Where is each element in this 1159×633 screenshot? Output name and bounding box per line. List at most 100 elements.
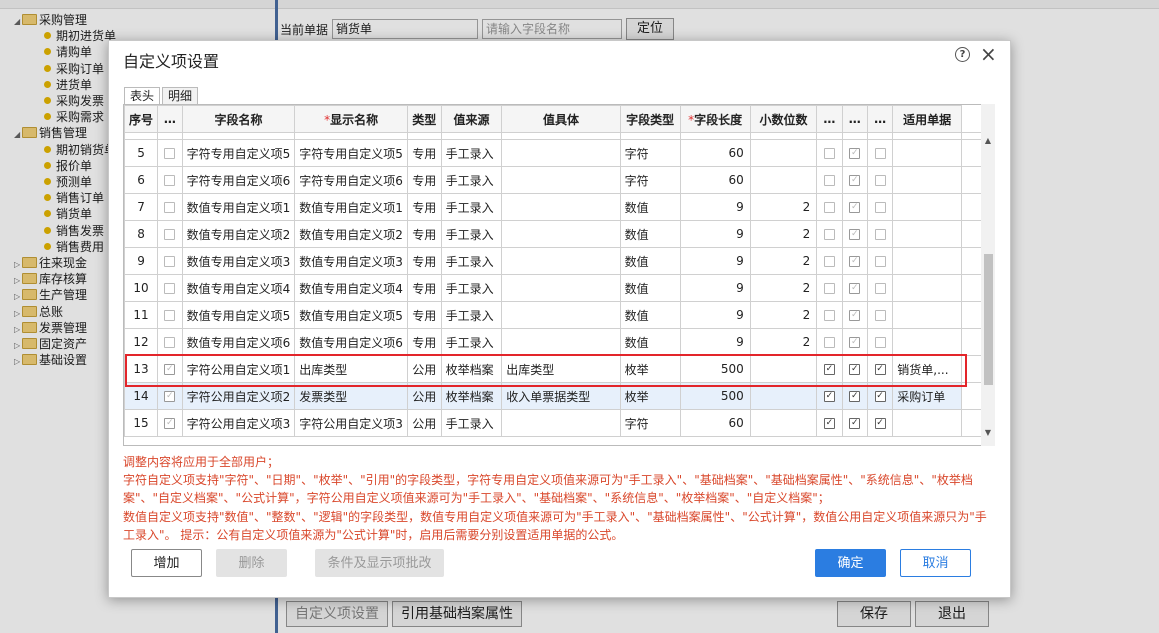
flag-checkbox-1[interactable] [823, 175, 835, 186]
field-length-cell[interactable]: 60 [679, 166, 751, 194]
row-checkbox[interactable] [164, 310, 176, 321]
display-name-cell[interactable]: 发票类型 [294, 382, 408, 410]
value-source-cell[interactable]: 手工录入 [440, 247, 503, 275]
column-header[interactable]: 小数位数 [749, 105, 818, 133]
value-detail-cell[interactable]: 收入单票据类型 [501, 382, 621, 410]
row-checkbox[interactable]: ✓ [164, 391, 176, 402]
table-row[interactable]: 11 数值专用自定义项5 数值专用自定义项5 专用 手工录入 数值 9 2 ✓ [124, 301, 982, 329]
flag-cell-1[interactable] [816, 328, 843, 356]
flag-cell-3[interactable] [866, 247, 894, 275]
flag-cell-3[interactable]: ✓ [866, 355, 894, 383]
applicable-documents-cell[interactable] [892, 247, 963, 275]
close-icon[interactable]: × [980, 42, 997, 66]
flag-cell-1[interactable] [816, 274, 843, 302]
flag-cell-2[interactable]: ✓ [841, 193, 868, 221]
field-type-cell[interactable]: 字符 [619, 139, 681, 167]
flag-checkbox-1[interactable]: ✓ [823, 418, 835, 429]
applicable-documents-cell[interactable] [892, 409, 963, 437]
row-select-cell[interactable] [157, 220, 183, 248]
decimal-places-cell[interactable] [749, 409, 818, 437]
help-icon[interactable]: ? [955, 47, 970, 62]
applicable-documents-cell[interactable]: 采购订单 [892, 382, 963, 410]
flag-cell-1[interactable]: ✓ [816, 355, 843, 383]
applicable-documents-cell[interactable] [892, 166, 963, 194]
applicable-documents-cell[interactable] [892, 301, 963, 329]
column-header[interactable]: 字段类型 [619, 105, 681, 133]
flag-checkbox-1[interactable] [823, 202, 835, 213]
flag-cell-1[interactable] [816, 166, 843, 194]
row-checkbox[interactable]: ✓ [164, 364, 176, 375]
row-select-cell[interactable] [157, 247, 183, 275]
field-length-cell[interactable]: 9 [679, 193, 751, 221]
tab-header[interactable]: 表头 [124, 87, 161, 104]
column-header[interactable]: 适用单据 [892, 105, 963, 133]
flag-cell-3[interactable] [866, 166, 894, 194]
display-name-cell[interactable]: 数值专用自定义项6 [294, 328, 408, 356]
flag-cell-1[interactable] [816, 247, 843, 275]
decimal-places-cell[interactable]: 2 [749, 220, 818, 248]
tab-detail[interactable]: 明细 [162, 87, 199, 104]
flag-cell-3[interactable]: ✓ [866, 409, 894, 437]
flag-checkbox-2[interactable]: ✓ [849, 283, 861, 294]
column-header[interactable]: 字段名称 [181, 105, 296, 133]
batch-edit-button[interactable]: 条件及显示项批改 [315, 549, 444, 577]
scroll-down-arrow-icon[interactable]: ▼ [981, 426, 995, 440]
row-select-cell[interactable]: ✓ [157, 409, 183, 437]
flag-cell-3[interactable] [866, 328, 894, 356]
column-header[interactable]: … [866, 105, 894, 133]
decimal-places-cell[interactable]: 2 [749, 247, 818, 275]
value-detail-cell[interactable] [501, 301, 621, 329]
field-type-cell[interactable]: 数值 [619, 328, 681, 356]
value-source-cell[interactable]: 枚举档案 [440, 355, 503, 383]
flag-cell-2[interactable]: ✓ [841, 355, 868, 383]
applicable-documents-cell[interactable] [892, 220, 963, 248]
flag-checkbox-1[interactable] [823, 283, 835, 294]
add-button[interactable]: 增加 [131, 549, 202, 577]
flag-checkbox-1[interactable] [823, 337, 835, 348]
flag-cell-3[interactable] [866, 139, 894, 167]
applicable-documents-cell[interactable]: 销货单,... [892, 355, 963, 383]
table-row[interactable]: 13 ✓ 字符公用自定义项1 出库类型 公用 枚举档案 出库类型 枚举 500 ✓ ✓ ✓ 销货单,..… [124, 355, 982, 383]
flag-cell-2[interactable]: ✓ [841, 328, 868, 356]
column-header[interactable]: 类型 [406, 105, 442, 133]
flag-cell-1[interactable] [816, 301, 843, 329]
flag-cell-2[interactable]: ✓ [841, 247, 868, 275]
flag-checkbox-3[interactable] [874, 148, 886, 159]
row-checkbox[interactable] [164, 229, 176, 240]
row-select-cell[interactable] [157, 301, 183, 329]
row-checkbox[interactable] [164, 337, 176, 348]
table-row[interactable]: 6 字符专用自定义项6 字符专用自定义项6 专用 手工录入 字符 60 ✓ [124, 166, 982, 194]
value-detail-cell[interactable] [501, 220, 621, 248]
column-header[interactable]: *字段长度 [679, 105, 751, 133]
flag-cell-3[interactable]: ✓ [866, 382, 894, 410]
field-type-cell[interactable]: 字符 [619, 166, 681, 194]
value-source-cell[interactable]: 手工录入 [440, 274, 503, 302]
flag-checkbox-1[interactable] [823, 310, 835, 321]
value-detail-cell[interactable] [501, 409, 621, 437]
flag-checkbox-3[interactable] [874, 283, 886, 294]
cancel-button[interactable]: 取消 [900, 549, 971, 577]
field-length-cell[interactable]: 9 [679, 274, 751, 302]
value-detail-cell[interactable] [501, 166, 621, 194]
flag-checkbox-3[interactable] [874, 310, 886, 321]
value-source-cell[interactable]: 手工录入 [440, 139, 503, 167]
value-source-cell[interactable]: 手工录入 [440, 409, 503, 437]
flag-checkbox-1[interactable] [823, 229, 835, 240]
field-length-cell[interactable]: 9 [679, 301, 751, 329]
value-detail-cell[interactable] [501, 274, 621, 302]
table-row[interactable]: 7 数值专用自定义项1 数值专用自定义项1 专用 手工录入 数值 9 2 ✓ [124, 193, 982, 221]
flag-cell-1[interactable]: ✓ [816, 409, 843, 437]
table-row[interactable]: 9 数值专用自定义项3 数值专用自定义项3 专用 手工录入 数值 9 2 ✓ [124, 247, 982, 275]
field-type-cell[interactable]: 数值 [619, 193, 681, 221]
flag-cell-2[interactable]: ✓ [841, 274, 868, 302]
row-select-cell[interactable]: ✓ [157, 355, 183, 383]
scroll-thumb[interactable] [984, 254, 993, 385]
applicable-documents-cell[interactable] [892, 193, 963, 221]
value-detail-cell[interactable] [501, 139, 621, 167]
table-row[interactable]: 15 ✓ 字符公用自定义项3 字符公用自定义项3 公用 手工录入 字符 60 ✓ ✓ ✓ [124, 409, 982, 437]
flag-checkbox-3[interactable] [874, 337, 886, 348]
flag-checkbox-2[interactable]: ✓ [849, 256, 861, 267]
decimal-places-cell[interactable] [749, 355, 818, 383]
flag-checkbox-2[interactable]: ✓ [849, 202, 861, 213]
flag-cell-2[interactable]: ✓ [841, 166, 868, 194]
